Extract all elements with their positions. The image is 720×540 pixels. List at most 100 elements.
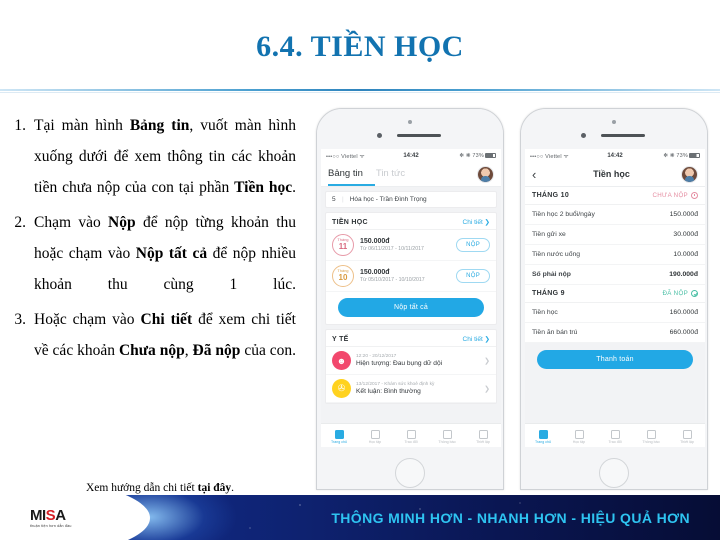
tuition-detail-row: Tiền gửi xe 30.000đ — [525, 225, 705, 245]
phone1-navbar: Bảng tin Tin tức — [321, 162, 501, 187]
step-text: Chạm vào Nộp để nộp từng khoản thu hoặc … — [34, 207, 296, 300]
phone-mockup-newsfeed: •••○○ Viettel ᯤ 14:42 ✻ ❋ 73% Bảng tin T… — [316, 108, 504, 490]
avatar[interactable] — [681, 165, 698, 183]
fee-info: 150.000đ Từ 06/11/2017 - 10/11/2017 — [354, 238, 456, 252]
tabbar-item-chat[interactable]: Trao đổi — [393, 424, 429, 449]
status-badge: CHƯA NỘP — [652, 192, 698, 199]
clock-icon — [691, 192, 698, 199]
pay-all-button[interactable]: Nộp tất cả — [338, 298, 484, 317]
pay-button[interactable]: NỘP — [456, 238, 490, 252]
news-card[interactable]: 5 | Hóa học - Trần Đình Trọng — [325, 191, 497, 208]
tuition-item-label: Tiền học 2 buổi/ngày — [532, 211, 595, 218]
tabbar-item-chat[interactable]: Trao đổi — [597, 424, 633, 449]
fee-amount: 150.000đ — [360, 269, 390, 276]
tabbar-item-home[interactable]: Trang chủ — [321, 424, 357, 449]
fee-detail-link[interactable]: Chi tiết ❯ — [463, 218, 490, 226]
tabbar-item-home[interactable]: Trang chủ — [525, 424, 561, 449]
footer-logo-plate — [0, 495, 150, 540]
step-text-emphasis: Nộp tất cả — [135, 245, 208, 262]
tuition-item-value: 660.000đ — [669, 329, 698, 336]
check-circle-icon — [691, 290, 698, 297]
camera-icon — [612, 120, 616, 124]
tuition-item-value: 150.000đ — [669, 211, 698, 218]
avatar[interactable] — [477, 165, 494, 183]
gear-icon — [478, 429, 488, 439]
tabbar-item-gear[interactable]: Thiết lập — [669, 424, 705, 449]
news-row-sep: | — [342, 196, 344, 203]
help-hint-link[interactable]: tại đây — [198, 482, 232, 494]
news-row-number: 5 — [332, 196, 336, 203]
tabbar-item-book[interactable]: Học tập — [357, 424, 393, 449]
chat-icon — [610, 429, 620, 439]
health-date: 13/12/2017 - Khám sức khoẻ định kỳ — [356, 382, 435, 387]
fee-row[interactable]: Tháng 11 150.000đ Từ 06/11/2017 - 10/11/201… — [326, 230, 496, 261]
page-title: 6.4. TIỀN HỌC — [256, 30, 464, 63]
tuition-item-label: Tiền gửi xe — [532, 231, 566, 238]
home-button[interactable] — [599, 457, 629, 488]
step-text-emphasis: Nộp — [108, 214, 136, 231]
camera-icon — [408, 120, 412, 124]
month-badge-number: 11 — [338, 242, 348, 252]
health-row[interactable]: ☻ 12:20 - 20/12/2017 Hiện tượng: Đau bụng … — [326, 347, 496, 375]
tabbar-item-label: Thông báo — [438, 439, 456, 444]
clock-label: 14:42 — [403, 152, 419, 159]
tabbar-item-gear[interactable]: Thiết lập — [465, 424, 501, 449]
health-text: Hiện tượng: Đau bụng dữ dội — [356, 360, 443, 367]
tabbar-item-bell[interactable]: Thông báo — [429, 424, 465, 449]
health-row[interactable]: ✇ 13/12/2017 - Khám sức khoẻ định kỳ Kết l… — [326, 375, 496, 403]
fee-info: 150.000đ Từ 05/10/2017 - 10/10/2017 — [354, 269, 456, 283]
battery-icon — [689, 152, 701, 158]
tabbar-item-label: Trang chủ — [534, 439, 552, 444]
misa-logo-tagline: thuận tiện hơn dẫn đầu — [30, 524, 72, 528]
news-row[interactable]: 5 | Hóa học - Trần Đình Trọng — [326, 192, 496, 207]
tuition-detail-row: Tiền học 160.000đ — [525, 303, 705, 323]
status-badge-label: ĐÃ NỘP — [662, 290, 688, 297]
step-text-fragment: , — [184, 342, 193, 359]
status-bar: •••○○ Viettel ᯤ 14:42 ✻ ❋ 73% — [525, 149, 705, 162]
help-hint-suffix: . — [231, 482, 235, 494]
sensor-icon — [581, 133, 586, 138]
instruction-step: 2. Chạm vào Nộp để nộp từng khoản thu hoặ… — [8, 207, 296, 300]
footer-banner: MISA thuận tiện hơn dẫn đầu THÔNG MINH H… — [0, 495, 720, 540]
clock-label: 14:42 — [607, 152, 623, 159]
tuition-item-label: Số phải nộp — [532, 271, 571, 278]
instruction-list: 1. Tại màn hình Bảng tin, vuốt màn hình x… — [8, 110, 296, 370]
step-text-fragment: Chạm vào — [34, 214, 109, 231]
home-button[interactable] — [395, 457, 425, 488]
health-card: Y TẾ Chi tiết ❯ ☻ 12:20 - 20/12/2017 Hiện … — [325, 329, 497, 404]
tab-bang-tin[interactable]: Bảng tin — [328, 168, 363, 180]
gear-icon — [682, 429, 692, 439]
tabbar-item-bell[interactable]: Thông báo — [633, 424, 669, 449]
speaker-grille — [397, 134, 441, 137]
tab-tin-tuc[interactable]: Tin tức — [376, 168, 405, 180]
tabbar-item-label: Trang chủ — [330, 439, 348, 444]
step-number: 1. — [14, 117, 26, 134]
carrier-label: •••○○ Viettel ᯤ — [326, 153, 365, 160]
fee-date-range: Từ 06/11/2017 - 10/11/2017 — [360, 246, 424, 252]
step-number: 3. — [14, 311, 26, 328]
back-chevron-icon[interactable]: ‹ — [532, 168, 542, 181]
book-icon — [574, 429, 584, 439]
health-date: 12:20 - 20/12/2017 — [356, 354, 397, 359]
step-text: Tại màn hình Bảng tin, vuốt màn hình xuố… — [34, 110, 296, 203]
checkout-button[interactable]: Thanh toán — [537, 350, 693, 369]
chevron-right-icon: ❯ — [484, 357, 490, 365]
tuition-detail-row: Tiền học 2 buổi/ngày 150.000đ — [525, 205, 705, 225]
health-detail-link[interactable]: Chi tiết ❯ — [463, 335, 490, 343]
health-rows: ☻ 12:20 - 20/12/2017 Hiện tượng: Đau bụng … — [326, 347, 496, 403]
fee-row[interactable]: Tháng 10 150.000đ Từ 05/10/2017 - 10/10/201… — [326, 261, 496, 292]
tabbar-item-book[interactable]: Học tập — [561, 424, 597, 449]
pay-button[interactable]: NỘP — [456, 269, 490, 283]
status-badge-label: CHƯA NỘP — [652, 192, 688, 199]
help-hint: Xem hướng dẫn chi tiết tại đây. — [45, 481, 275, 496]
month-badge: Tháng 11 — [332, 234, 354, 256]
step-text-fragment: Hoặc chạm vào — [34, 311, 141, 328]
home-icon — [538, 429, 548, 439]
title-divider — [0, 89, 720, 91]
news-row-text: Hóa học - Trần Đình Trọng — [349, 196, 427, 203]
tuition-item-value: 160.000đ — [669, 309, 698, 316]
tabbar-item-label: Thông báo — [642, 439, 660, 444]
step-text-emphasis: Chưa nộp — [118, 342, 185, 359]
tuition-group-month: THÁNG 9 — [532, 290, 565, 297]
phone2-screen: •••○○ Viettel ᯤ 14:42 ✻ ❋ 73% ‹ Tiền học… — [525, 149, 705, 449]
